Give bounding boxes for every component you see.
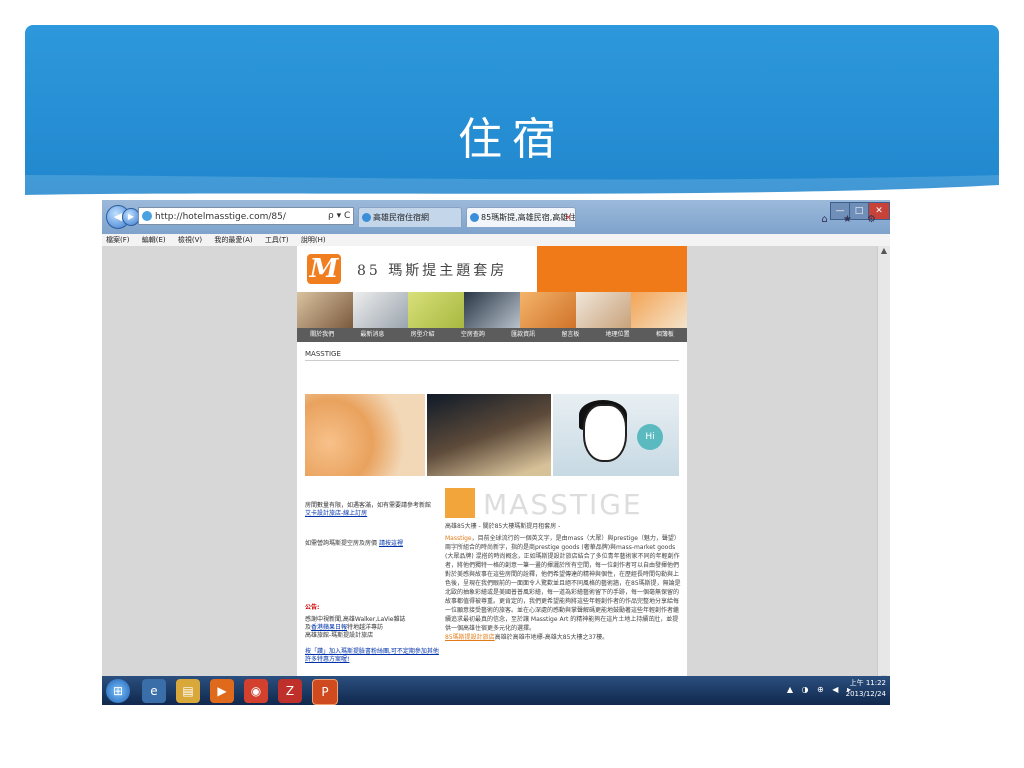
vertical-scrollbar[interactable]: ▲ ▼ <box>877 246 890 686</box>
media-text: 感謝中視新聞,高雄Walker,LaVie雜誌 <box>305 616 406 623</box>
facebook-fan-link[interactable]: 按「讚」加入瑪斯提臉書粉絲團,可不定期參加其他許多特惠方案喔! <box>305 648 439 663</box>
menu-bar: 檔案(F) 編輯(E) 檢視(V) 我的最愛(A) 工具(T) 說明(H) <box>102 234 890 246</box>
clock-date: 2013/12/24 <box>845 690 886 698</box>
site-brand: 85 瑪斯提主題套房 <box>357 263 508 279</box>
menu-view[interactable]: 檢視(V) <box>178 236 202 244</box>
hero-images: Hi <box>305 394 679 476</box>
notice-text-1: 房間數量有限，如遇客滿，如有需要請參考新館 <box>305 502 432 509</box>
illustration-face <box>583 404 627 462</box>
about-tail-link[interactable]: 85瑪斯提設計旅店 <box>445 634 495 641</box>
browser-titlebar: ◀ ▶ http://hotelmasstige.com/85/ ρ ▾ C 高… <box>102 200 890 234</box>
nav-payment[interactable]: 匯款資訊 <box>511 328 535 342</box>
masstige-logo-mark <box>445 488 475 518</box>
chrome-taskbar-icon[interactable]: ◉ <box>244 679 268 703</box>
address-bar[interactable]: http://hotelmasstige.com/85/ <box>138 207 354 225</box>
system-clock[interactable]: 上午 11:22 2013/12/24 <box>846 678 886 700</box>
powerpoint-taskbar-icon[interactable]: P <box>312 679 338 705</box>
start-orb-icon[interactable]: ⊞ <box>106 679 130 703</box>
nav-location[interactable]: 地理位置 <box>606 328 630 342</box>
system-tray-icons[interactable]: ▲ ◑ ⊕ ◀ ▸ <box>787 685 854 694</box>
nav-about[interactable]: 關於我們 <box>310 328 334 342</box>
home-fav-settings-icons[interactable]: ⌂ ★ ⚙ <box>821 214 882 225</box>
nav-rooms[interactable]: 房型介紹 <box>411 328 435 342</box>
media-text-2: 特地越洋專訪 <box>347 624 384 631</box>
masstige-logo: MASSTIGE <box>445 488 681 521</box>
tab-icon <box>362 213 371 222</box>
menu-favorites[interactable]: 我的最愛(A) <box>214 236 252 244</box>
menu-edit[interactable]: 編輯(E) <box>142 236 166 244</box>
room-photo-strip <box>297 292 688 328</box>
address-tools[interactable]: ρ ▾ C <box>328 207 350 225</box>
explorer-taskbar-icon[interactable]: ▤ <box>176 679 200 703</box>
tab-masstige[interactable]: 85瑪斯提,高雄民宿,高雄住... × <box>466 207 576 227</box>
media-player-taskbar-icon[interactable]: ▶ <box>210 679 234 703</box>
media-text-3: 高雄旅館-瑪斯提設計旅店 <box>305 632 374 639</box>
browser-screenshot: ◀ ▶ http://hotelmasstige.com/85/ ρ ▾ C 高… <box>102 200 890 705</box>
booking-link[interactable]: 艾卡設計旅店-線上訂房 <box>305 510 367 517</box>
divider <box>305 360 679 361</box>
menu-tools[interactable]: 工具(T) <box>265 236 289 244</box>
breadcrumb: MASSTIGE <box>305 350 341 358</box>
tab-close-icon[interactable]: × <box>564 208 572 227</box>
tab-hotel-network[interactable]: 高雄民宿住宿網 <box>358 207 462 227</box>
nav-album[interactable]: 相簿板 <box>656 328 674 342</box>
about-text: 高雄85大樓 - 關於85大樓瑪斯提月租套房 - Masstige，目前全球流行… <box>445 522 681 642</box>
site-logo[interactable]: M <box>307 254 341 284</box>
menu-help[interactable]: 說明(H) <box>301 236 326 244</box>
filezilla-taskbar-icon[interactable]: Z <box>278 679 302 703</box>
apple-daily-link[interactable]: 香港蘋果日報 <box>311 624 347 631</box>
scroll-up-icon[interactable]: ▲ <box>878 246 890 258</box>
inquiry-link[interactable]: 請按這裡 <box>379 540 403 547</box>
web-page: M 85 瑪斯提主題套房 關於我們 最新消息 房型介紹 空房查詢 匯款資訊 留言… <box>297 246 688 686</box>
left-sidebar: 房間數量有限，如遇客滿，如有需要請參考新館 艾卡設計旅店-線上訂房 如需營詢瑪斯… <box>305 502 441 668</box>
about-tail: 高雄於高雄市地標-高雄大85大樓之37樓。 <box>494 634 609 641</box>
ie-taskbar-icon[interactable]: e <box>142 679 166 703</box>
notice-text-2: 如需營詢瑪斯提空房及房價 <box>305 540 378 547</box>
nav-availability[interactable]: 空房查詢 <box>461 328 485 342</box>
nav-guestbook[interactable]: 留言板 <box>561 328 579 342</box>
masstige-logo-text: MASSTIGE <box>483 488 643 521</box>
menu-file[interactable]: 檔案(F) <box>106 236 130 244</box>
site-header: M 85 瑪斯提主題套房 <box>297 246 687 292</box>
hero-illustration: Hi <box>553 394 679 476</box>
site-nav: 關於我們 最新消息 房型介紹 空房查詢 匯款資訊 留言板 地理位置 相簿板 <box>297 328 687 342</box>
clock-time: 上午 11:22 <box>849 679 886 687</box>
windows-taskbar: ⊞ e ▤ ▶ ◉ Z P ▲ ◑ ⊕ ◀ ▸ 上午 11:22 2013/12… <box>102 676 890 705</box>
hero-lounge-photo <box>427 394 551 476</box>
slide-title: 住宿 <box>458 114 566 165</box>
hi-badge: Hi <box>637 424 663 450</box>
announcement-label: 公告: <box>305 604 320 611</box>
header-orange-art <box>537 246 687 292</box>
about-lead: Masstige <box>445 535 472 542</box>
about-body: ，目前全球流行的一個英文字，是由mass（大眾）與prestige（魅力，聲望）… <box>445 535 681 632</box>
about-intro: 高雄85大樓 - 關於85大樓瑪斯提月租套房 - <box>445 523 561 530</box>
ie-page-icon <box>142 211 152 221</box>
nav-news[interactable]: 最新消息 <box>360 328 384 342</box>
tab-icon <box>470 213 479 222</box>
slide-header: 住宿 <box>25 25 999 215</box>
hero-room-photo <box>305 394 425 476</box>
